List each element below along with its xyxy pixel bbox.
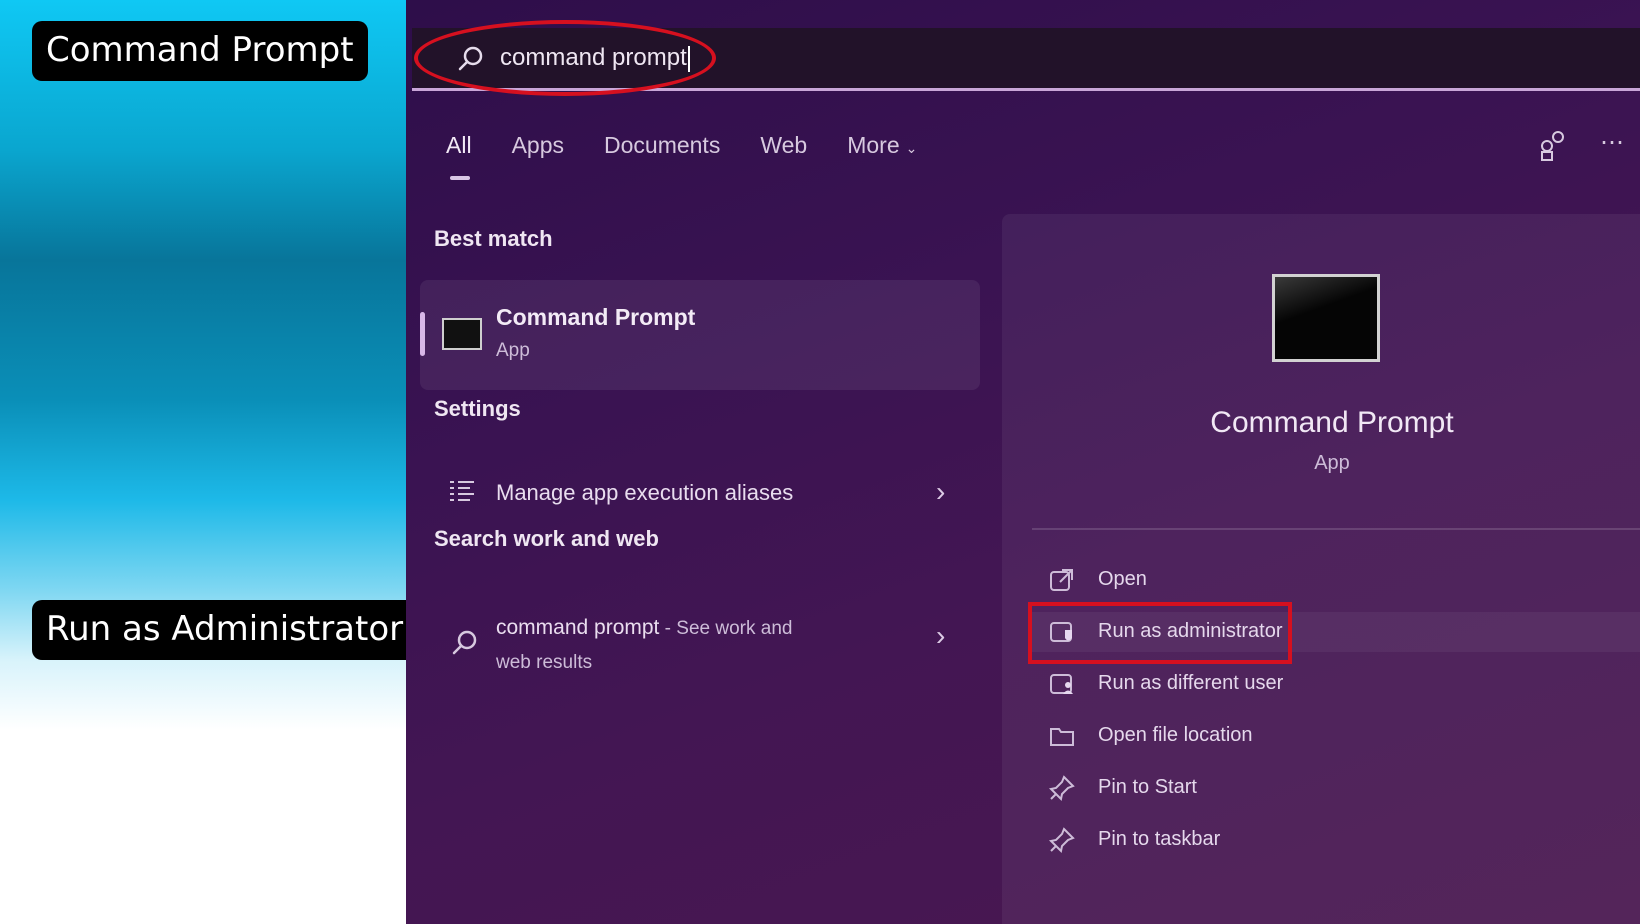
web-result-suffix: - See work and bbox=[659, 618, 793, 639]
divider bbox=[1032, 528, 1640, 530]
list-settings-icon bbox=[450, 481, 474, 501]
share-icon[interactable] bbox=[1536, 128, 1570, 162]
best-match-item[interactable] bbox=[420, 280, 980, 390]
action-open-file-location[interactable]: Open file location bbox=[1048, 716, 1640, 756]
best-match-title: Command Prompt bbox=[496, 304, 696, 330]
command-prompt-icon bbox=[442, 318, 482, 350]
action-label: Open file location bbox=[1098, 724, 1253, 746]
detail-subtitle: App bbox=[1314, 452, 1350, 474]
web-result-line2: web results bbox=[496, 652, 593, 673]
action-label: Run as different user bbox=[1098, 672, 1284, 694]
chevron-right-icon[interactable]: › bbox=[936, 476, 945, 508]
action-open[interactable]: Open bbox=[1048, 560, 1640, 600]
chevron-down-icon: ⌄ bbox=[905, 140, 918, 156]
search-icon bbox=[452, 630, 477, 655]
web-result-item[interactable]: command prompt - See work and bbox=[496, 616, 792, 640]
chevron-right-icon[interactable]: › bbox=[936, 620, 945, 652]
web-result-query: command prompt bbox=[496, 616, 660, 639]
search-highlight-ellipse bbox=[414, 20, 716, 96]
best-match-subtitle: App bbox=[496, 340, 530, 361]
action-pin-to-start[interactable]: Pin to Start bbox=[1048, 768, 1640, 808]
detail-pane: Command Prompt App Open Run as administr… bbox=[1002, 214, 1640, 924]
run-as-admin-highlight-box bbox=[1028, 602, 1292, 664]
filter-tabs: All Apps Documents Web More ⌄ bbox=[446, 132, 957, 180]
selection-indicator bbox=[420, 312, 425, 356]
folder-icon bbox=[1050, 728, 1074, 746]
action-pin-to-taskbar[interactable]: Pin to taskbar bbox=[1048, 820, 1640, 860]
settings-item-label[interactable]: Manage app execution aliases bbox=[496, 480, 793, 506]
tab-web[interactable]: Web bbox=[760, 132, 807, 159]
action-label: Pin to Start bbox=[1098, 776, 1197, 798]
pin-icon bbox=[1048, 827, 1075, 854]
callout-step2: Run as Administrator bbox=[32, 600, 418, 660]
action-label: Pin to taskbar bbox=[1098, 828, 1221, 850]
tab-more[interactable]: More ⌄ bbox=[847, 132, 917, 159]
callout-step1: Command Prompt bbox=[32, 21, 368, 81]
section-best-match: Best match bbox=[434, 226, 553, 251]
section-search-web: Search work and web bbox=[434, 526, 659, 551]
detail-title: Command Prompt bbox=[1210, 406, 1454, 439]
action-label: Open bbox=[1098, 568, 1147, 590]
tab-documents[interactable]: Documents bbox=[604, 132, 720, 159]
left-instruction-panel: Command Prompt Run as Administrator bbox=[0, 0, 418, 924]
action-run-as-different-user[interactable]: Run as different user bbox=[1048, 664, 1640, 704]
tab-more-label: More bbox=[847, 132, 900, 158]
open-icon bbox=[1050, 569, 1073, 591]
user-app-icon bbox=[1050, 674, 1073, 694]
start-search-screenshot: command prompt All Apps Documents Web Mo… bbox=[406, 0, 1640, 924]
pin-icon bbox=[1048, 775, 1075, 802]
command-prompt-large-icon bbox=[1272, 274, 1380, 362]
tab-all[interactable]: All bbox=[446, 132, 472, 180]
more-options-icon[interactable]: ⋯ bbox=[1600, 128, 1640, 157]
section-settings: Settings bbox=[434, 396, 521, 421]
tab-apps[interactable]: Apps bbox=[512, 132, 564, 159]
